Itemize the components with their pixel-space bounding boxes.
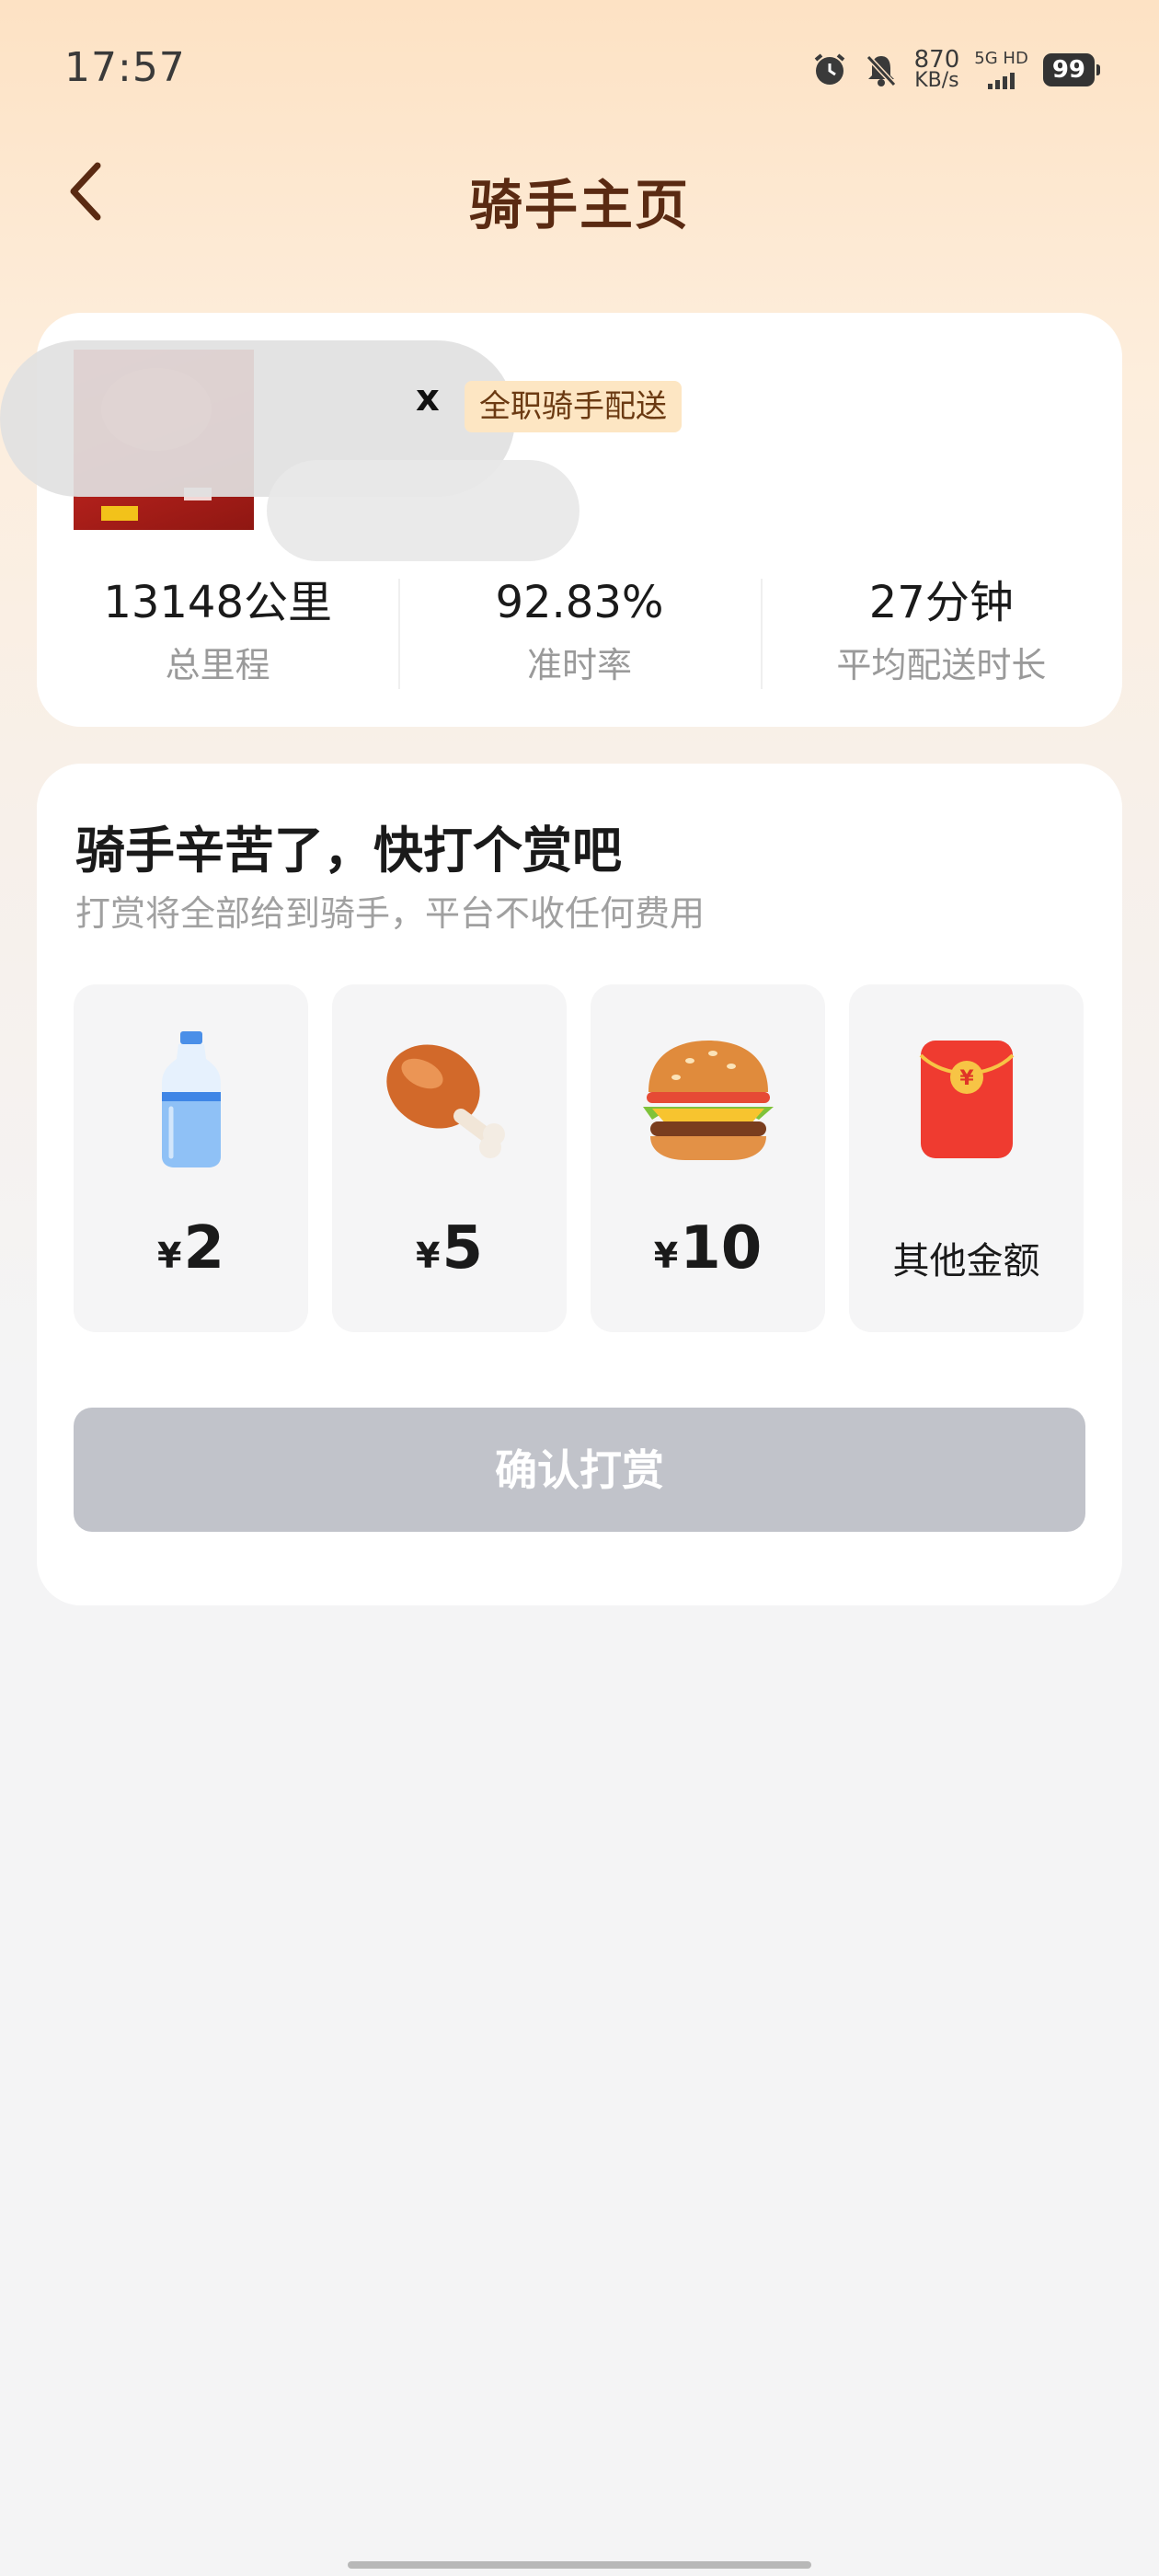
home-indicator[interactable] <box>348 2561 811 2569</box>
stat-label: 准时率 <box>526 645 632 685</box>
alarm-icon <box>811 52 848 88</box>
stat-avg-delivery-time: 27分钟 平均配送时长 <box>760 575 1122 695</box>
chicken-drumstick-icon <box>332 1030 567 1168</box>
tip-option-2[interactable]: ¥2 <box>74 984 308 1332</box>
cellular-signal: 5G HD <box>974 51 1028 89</box>
tip-amount: ¥10 <box>653 1214 763 1282</box>
stat-on-time-rate: 92.83% 准时率 <box>398 575 760 695</box>
tip-subtitle: 打赏将全部给到骑手，平台不收任何费用 <box>75 893 706 934</box>
stat-value: 13148公里 <box>103 577 333 628</box>
rider-stats: 13148公里 总里程 92.83% 准时率 27分钟 平均配送时长 <box>37 575 1122 695</box>
water-bottle-icon <box>74 1030 308 1168</box>
status-bar: 17:57 870 KB/s 5G HD 99 <box>0 0 1159 138</box>
tip-option-10[interactable]: ¥10 <box>591 984 825 1332</box>
tip-title: 骑手辛苦了，快打个赏吧 <box>75 822 622 880</box>
signal-bars-icon <box>988 71 1016 89</box>
red-envelope-icon: ¥ <box>849 1030 1084 1168</box>
network-speed: 870 KB/s <box>913 46 960 92</box>
status-icons: 870 KB/s 5G HD 99 <box>811 46 1101 92</box>
battery-indicator: 99 <box>1042 53 1101 86</box>
rider-name: x <box>416 377 440 420</box>
tip-other-label: 其他金额 <box>892 1240 1040 1282</box>
bell-muted-icon <box>863 52 900 88</box>
stat-total-distance: 13148公里 总里程 <box>37 575 398 695</box>
stat-value: 27分钟 <box>868 577 1014 628</box>
stat-label: 总里程 <box>165 645 270 685</box>
redacted-info-blur <box>267 460 580 561</box>
status-time: 17:57 <box>64 44 186 91</box>
tip-options: ¥2 ¥5 ¥10 ¥ 其他金额 <box>74 984 1085 1332</box>
tip-amount: ¥2 <box>157 1214 224 1282</box>
tip-card: 骑手辛苦了，快打个赏吧 打赏将全部给到骑手，平台不收任何费用 ¥2 ¥5 ¥10… <box>37 764 1122 1605</box>
burger-icon <box>591 1030 825 1168</box>
tip-option-5[interactable]: ¥5 <box>332 984 567 1332</box>
tip-option-other[interactable]: ¥ 其他金额 <box>849 984 1084 1332</box>
confirm-tip-button[interactable]: 确认打赏 <box>74 1408 1085 1532</box>
rider-profile-card: x 全职骑手配送 13148公里 总里程 92.83% 准时率 27分钟 平均配… <box>0 313 1122 727</box>
page-title: 骑手主页 <box>468 174 690 236</box>
nav-bar: 骑手主页 <box>0 147 1159 239</box>
tip-amount: ¥5 <box>416 1214 483 1282</box>
stat-label: 平均配送时长 <box>836 645 1047 685</box>
rider-type-badge: 全职骑手配送 <box>465 381 682 432</box>
stat-value: 92.83% <box>495 577 664 628</box>
svg-text:¥: ¥ <box>959 1067 974 1090</box>
